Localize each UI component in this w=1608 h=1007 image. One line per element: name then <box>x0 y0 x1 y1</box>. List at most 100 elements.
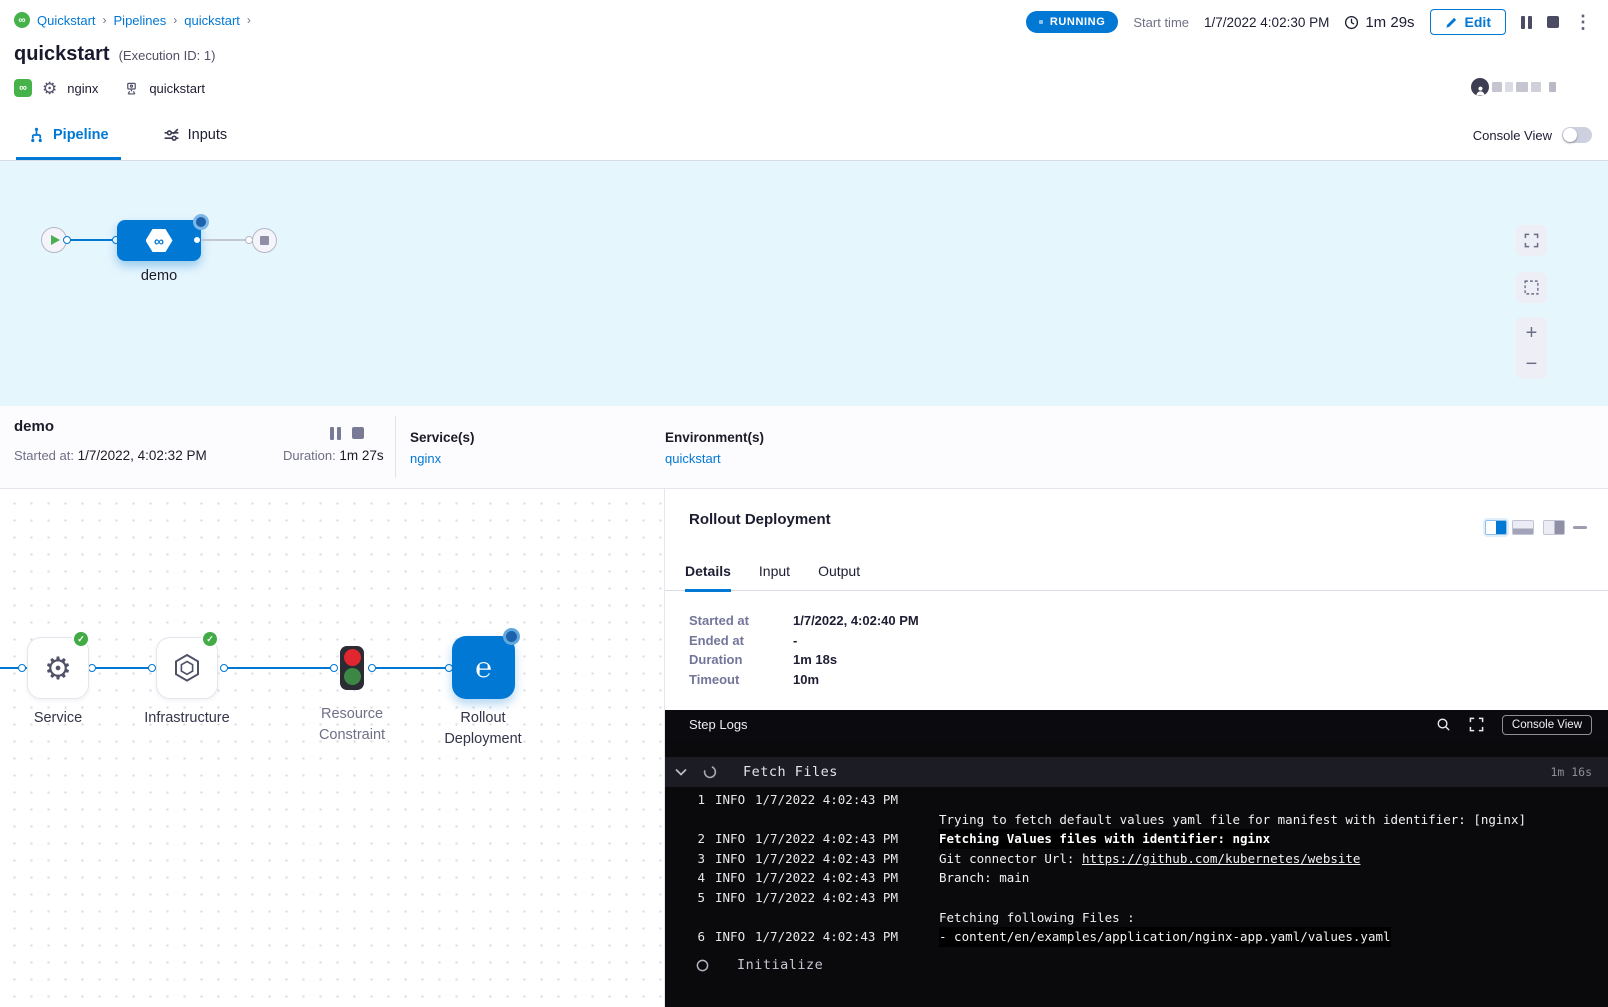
pencil-icon <box>1445 16 1458 29</box>
view-tabs: Pipeline Inputs <box>16 110 239 160</box>
step-label-rollout-deployment: Rollout Deployment <box>421 708 545 750</box>
status-badge: RUNNING <box>1026 11 1119 33</box>
stage-pause-button[interactable] <box>330 427 341 440</box>
log-line: 5INFO1/7/2022 4:02:43 PM <box>665 888 1608 908</box>
edge-endpoint <box>368 664 376 672</box>
executor-info <box>1471 78 1556 96</box>
zoom-out-button[interactable]: − <box>1516 348 1547 379</box>
elapsed-time: 1m 29s <box>1344 14 1414 31</box>
environments-label: Environment(s) <box>665 430 764 445</box>
success-check-icon: ✓ <box>72 630 90 648</box>
zoom-in-button[interactable]: + <box>1516 317 1547 348</box>
tab-inputs[interactable]: Inputs <box>151 110 240 160</box>
minimize-panel-button[interactable] <box>1573 526 1587 529</box>
breadcrumb-link-pipelines[interactable]: Pipelines <box>114 13 167 28</box>
environment-tag[interactable]: quickstart <box>149 81 205 96</box>
logs-console-view-button[interactable]: Console View <box>1502 715 1592 735</box>
environment-icon <box>124 81 139 96</box>
redacted-text-block <box>1531 82 1541 92</box>
tab-pipeline[interactable]: Pipeline <box>16 110 121 160</box>
services-label: Service(s) <box>410 430 475 445</box>
step-label-service: Service <box>0 708 120 729</box>
canvas-fit-selection-button[interactable] <box>1516 272 1547 303</box>
breadcrumb-link-pipeline-name[interactable]: quickstart <box>184 13 240 28</box>
stage-started-at: Started at: 1/7/2022, 4:02:32 PM <box>14 448 207 463</box>
step-panel-tabs: Details Input Output <box>665 551 1608 591</box>
step-node-resource-constraint[interactable] <box>340 646 364 690</box>
clock-icon <box>1344 15 1359 30</box>
breadcrumb-separator: › <box>247 13 251 27</box>
console-view-toggle[interactable] <box>1562 127 1592 143</box>
stage-summary-bar: demo Started at: 1/7/2022, 4:02:32 PM Du… <box>0 406 1608 489</box>
edge-endpoint <box>330 664 338 672</box>
breadcrumb: ∞ Quickstart › Pipelines › quickstart › <box>14 11 251 29</box>
step-node-infrastructure[interactable]: ✓ <box>156 637 218 699</box>
title-row: quickstart (Execution ID: 1) <box>14 43 215 66</box>
edit-button[interactable]: Edit <box>1430 9 1506 35</box>
edge-start-to-stage <box>67 239 117 241</box>
layout-bottom-button[interactable] <box>1512 520 1534 535</box>
header-actions: RUNNING Start time 1/7/2022 4:02:30 PM 1… <box>1026 9 1592 35</box>
environment-link[interactable]: quickstart <box>665 451 721 466</box>
stage-node-demo[interactable]: ∞ <box>117 220 201 261</box>
log-line: 6INFO1/7/2022 4:02:43 PM- content/en/exa… <box>665 927 1608 947</box>
detail-row-started-at: Started at1/7/2022, 4:02:40 PM <box>689 611 919 631</box>
canvas-fullscreen-button[interactable] <box>1516 225 1547 256</box>
redacted-text-block <box>1516 82 1528 92</box>
service-gear-icon: ⚙ <box>42 80 57 97</box>
step-details-table: Started at1/7/2022, 4:02:40 PM Ended at-… <box>689 611 919 689</box>
layout-right-button[interactable] <box>1543 520 1565 535</box>
graph-edge <box>89 667 155 669</box>
inputs-icon <box>163 127 180 144</box>
step-logs-body: Fetch Files 1m 16s 1INFO1/7/2022 4:02:43… <box>665 739 1608 1007</box>
chevron-down-icon[interactable] <box>675 768 687 777</box>
expand-logs-icon[interactable] <box>1469 717 1484 732</box>
redacted-text-block <box>1549 82 1556 92</box>
tab-output[interactable]: Output <box>818 551 860 591</box>
pause-execution-button[interactable] <box>1521 16 1532 29</box>
pipeline-end-node[interactable] <box>252 228 277 253</box>
pipeline-icon <box>28 127 45 144</box>
stop-execution-button[interactable] <box>1547 16 1559 28</box>
tab-input[interactable]: Input <box>759 551 790 591</box>
search-icon[interactable] <box>1436 717 1451 732</box>
breadcrumb-link-quickstart[interactable]: Quickstart <box>37 13 96 28</box>
cd-module-icon: ∞ <box>14 12 30 28</box>
log-section-fetch-files[interactable]: Fetch Files 1m 16s <box>665 757 1608 787</box>
service-link[interactable]: nginx <box>410 451 441 466</box>
stage-label: demo <box>117 268 201 284</box>
summary-divider <box>395 416 396 478</box>
redacted-text-block <box>1505 82 1513 92</box>
user-avatar[interactable] <box>1471 78 1489 96</box>
edge-endpoint <box>148 664 156 672</box>
play-icon <box>51 235 60 245</box>
cd-module-icon: ∞ <box>14 79 32 97</box>
edge-endpoint <box>88 664 96 672</box>
git-connector-link[interactable]: https://github.com/kubernetes/website <box>1082 849 1360 869</box>
service-tag[interactable]: nginx <box>67 81 98 96</box>
running-spinner-icon <box>503 628 520 645</box>
section-name: Fetch Files <box>743 764 838 780</box>
page-header: ∞ Quickstart › Pipelines › quickstart › … <box>0 0 1608 110</box>
more-options-button[interactable]: ⋮ <box>1574 16 1592 29</box>
step-node-rollout-deployment[interactable]: ℮ <box>452 636 515 699</box>
stage-hexagon-icon: ∞ <box>146 229 173 253</box>
console-view-control: Console View <box>1473 110 1592 160</box>
step-logs-header: Step Logs Console View <box>665 710 1608 739</box>
log-line: Trying to fetch default values yaml file… <box>665 810 1608 830</box>
tab-details[interactable]: Details <box>685 551 731 591</box>
layout-split-right-button[interactable] <box>1485 520 1507 535</box>
traffic-light-green-icon <box>344 668 361 685</box>
section-name: Initialize <box>737 957 823 973</box>
stage-stop-button[interactable] <box>352 427 364 439</box>
edge-endpoint <box>193 236 201 244</box>
execution-id: (Execution ID: 1) <box>119 48 216 63</box>
start-time-label: Start time <box>1133 15 1189 30</box>
step-node-service[interactable]: ⚙ ✓ <box>27 637 89 699</box>
step-logs-actions: Console View <box>1436 715 1592 735</box>
console-view-label: Console View <box>1473 128 1552 143</box>
stop-square-icon <box>260 236 269 245</box>
graph-edge <box>368 667 453 669</box>
log-section-initialize[interactable]: Initialize <box>665 950 1608 980</box>
section-duration: 1m 16s <box>1550 765 1592 779</box>
